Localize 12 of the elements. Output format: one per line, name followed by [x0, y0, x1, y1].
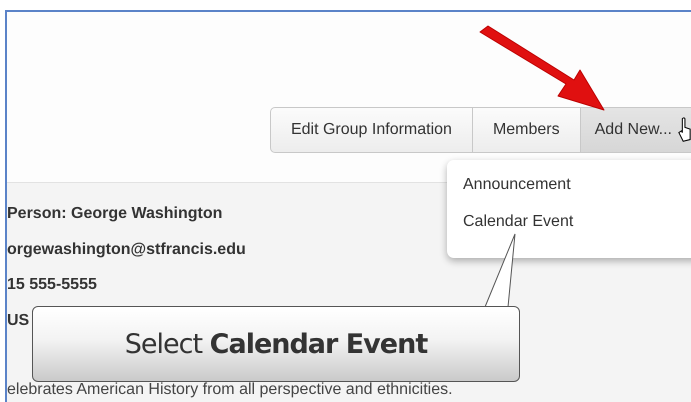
toolbar-button[interactable]: Members [472, 107, 581, 153]
detail-text: US [7, 312, 30, 330]
description-text: elebrates American History from all perspective and ethnicities. [7, 381, 453, 399]
detail-text: orgewashington@stfrancis.edu [7, 240, 246, 260]
callout: Select Calendar Event [32, 306, 520, 382]
detail-text: Person: George Washington [7, 205, 222, 224]
detail-text: 15 555-5555 [7, 276, 97, 295]
toolbar-button[interactable]: Edit Group Information [270, 107, 473, 153]
menu-item[interactable]: Calendar Event [463, 213, 574, 231]
hand-cursor-icon [678, 115, 691, 145]
toolbar-button[interactable]: Add New... [580, 107, 691, 153]
menu-item[interactable]: Announcement [463, 176, 571, 194]
